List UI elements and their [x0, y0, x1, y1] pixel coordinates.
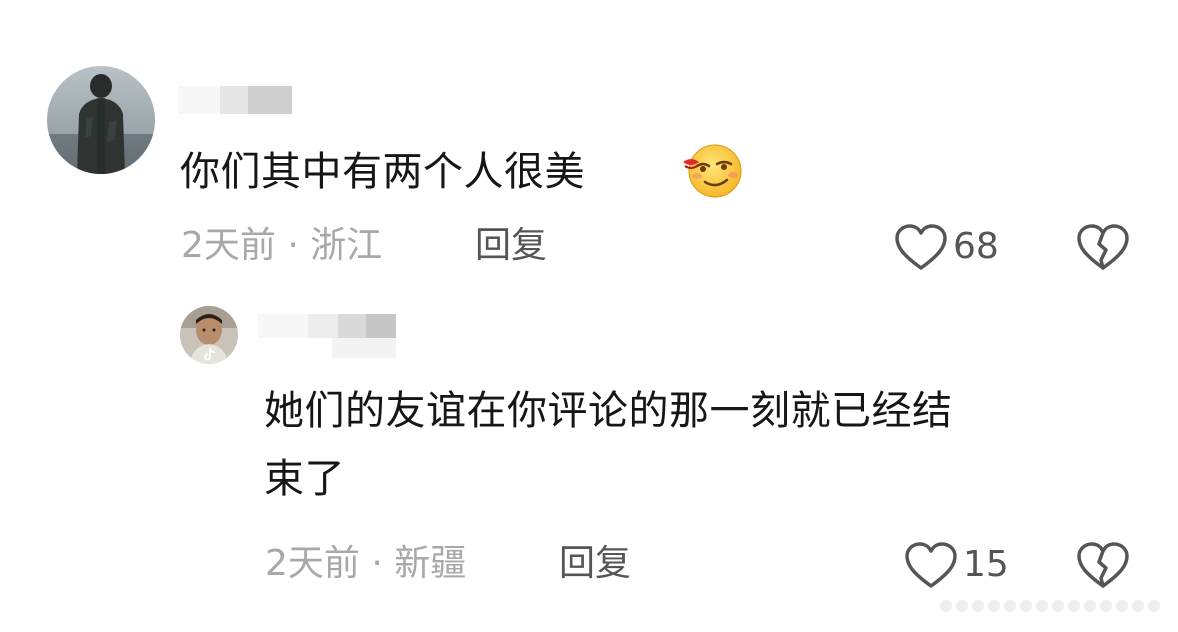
- tiktok-logo-icon: [201, 347, 217, 363]
- reply-meta: 2天前 · 新疆: [265, 542, 466, 586]
- watermark-dot: [1100, 600, 1112, 612]
- watermark-dot: [1084, 600, 1096, 612]
- comment-location: 浙江: [310, 225, 383, 266]
- watermark-dot: [956, 600, 968, 612]
- reply-button[interactable]: 回复: [475, 224, 547, 268]
- commenter-avatar[interactable]: [47, 66, 155, 174]
- watermark-dot: [1116, 600, 1128, 612]
- watermark: [940, 600, 1160, 612]
- username-blur-fragment: [332, 338, 396, 358]
- reply-text-line: 她们的友谊在你评论的那一刻就已经结: [264, 388, 953, 434]
- reply-text: 她们的友谊在你评论的那一刻就已经结 束了: [264, 382, 1144, 508]
- username-redacted[interactable]: [178, 86, 292, 114]
- watermark-dot: [1004, 600, 1016, 612]
- drooling-smirk-emoji: [679, 142, 743, 198]
- reply-time: 2天前: [265, 543, 360, 584]
- reply-location: 新疆: [394, 543, 467, 584]
- heart-outline-icon[interactable]: [893, 222, 949, 272]
- like-button[interactable]: 15: [903, 540, 1009, 590]
- watermark-dot: [940, 600, 952, 612]
- watermark-dot: [972, 600, 984, 612]
- watermark-dot: [1068, 600, 1080, 612]
- broken-heart-icon[interactable]: [1075, 222, 1131, 272]
- heart-outline-icon[interactable]: [903, 540, 959, 590]
- comment-meta: 2天前 · 浙江: [181, 224, 382, 268]
- watermark-dot: [1036, 600, 1048, 612]
- meta-separator: ·: [287, 225, 299, 266]
- watermark-dot: [1052, 600, 1064, 612]
- reply-button[interactable]: 回复: [559, 542, 631, 586]
- meta-separator: ·: [371, 543, 383, 584]
- watermark-dot: [988, 600, 1000, 612]
- watermark-dot: [1148, 600, 1160, 612]
- comment-time: 2天前: [181, 225, 276, 266]
- comment-text: 你们其中有两个人很美: [180, 149, 585, 195]
- like-count: 15: [963, 544, 1009, 585]
- username-redacted[interactable]: [258, 314, 396, 338]
- reply-text-line: 束了: [264, 456, 345, 502]
- like-count: 68: [953, 226, 999, 267]
- like-button[interactable]: 68: [893, 222, 999, 272]
- broken-heart-icon[interactable]: [1075, 540, 1131, 590]
- watermark-dot: [1020, 600, 1032, 612]
- watermark-dot: [1132, 600, 1144, 612]
